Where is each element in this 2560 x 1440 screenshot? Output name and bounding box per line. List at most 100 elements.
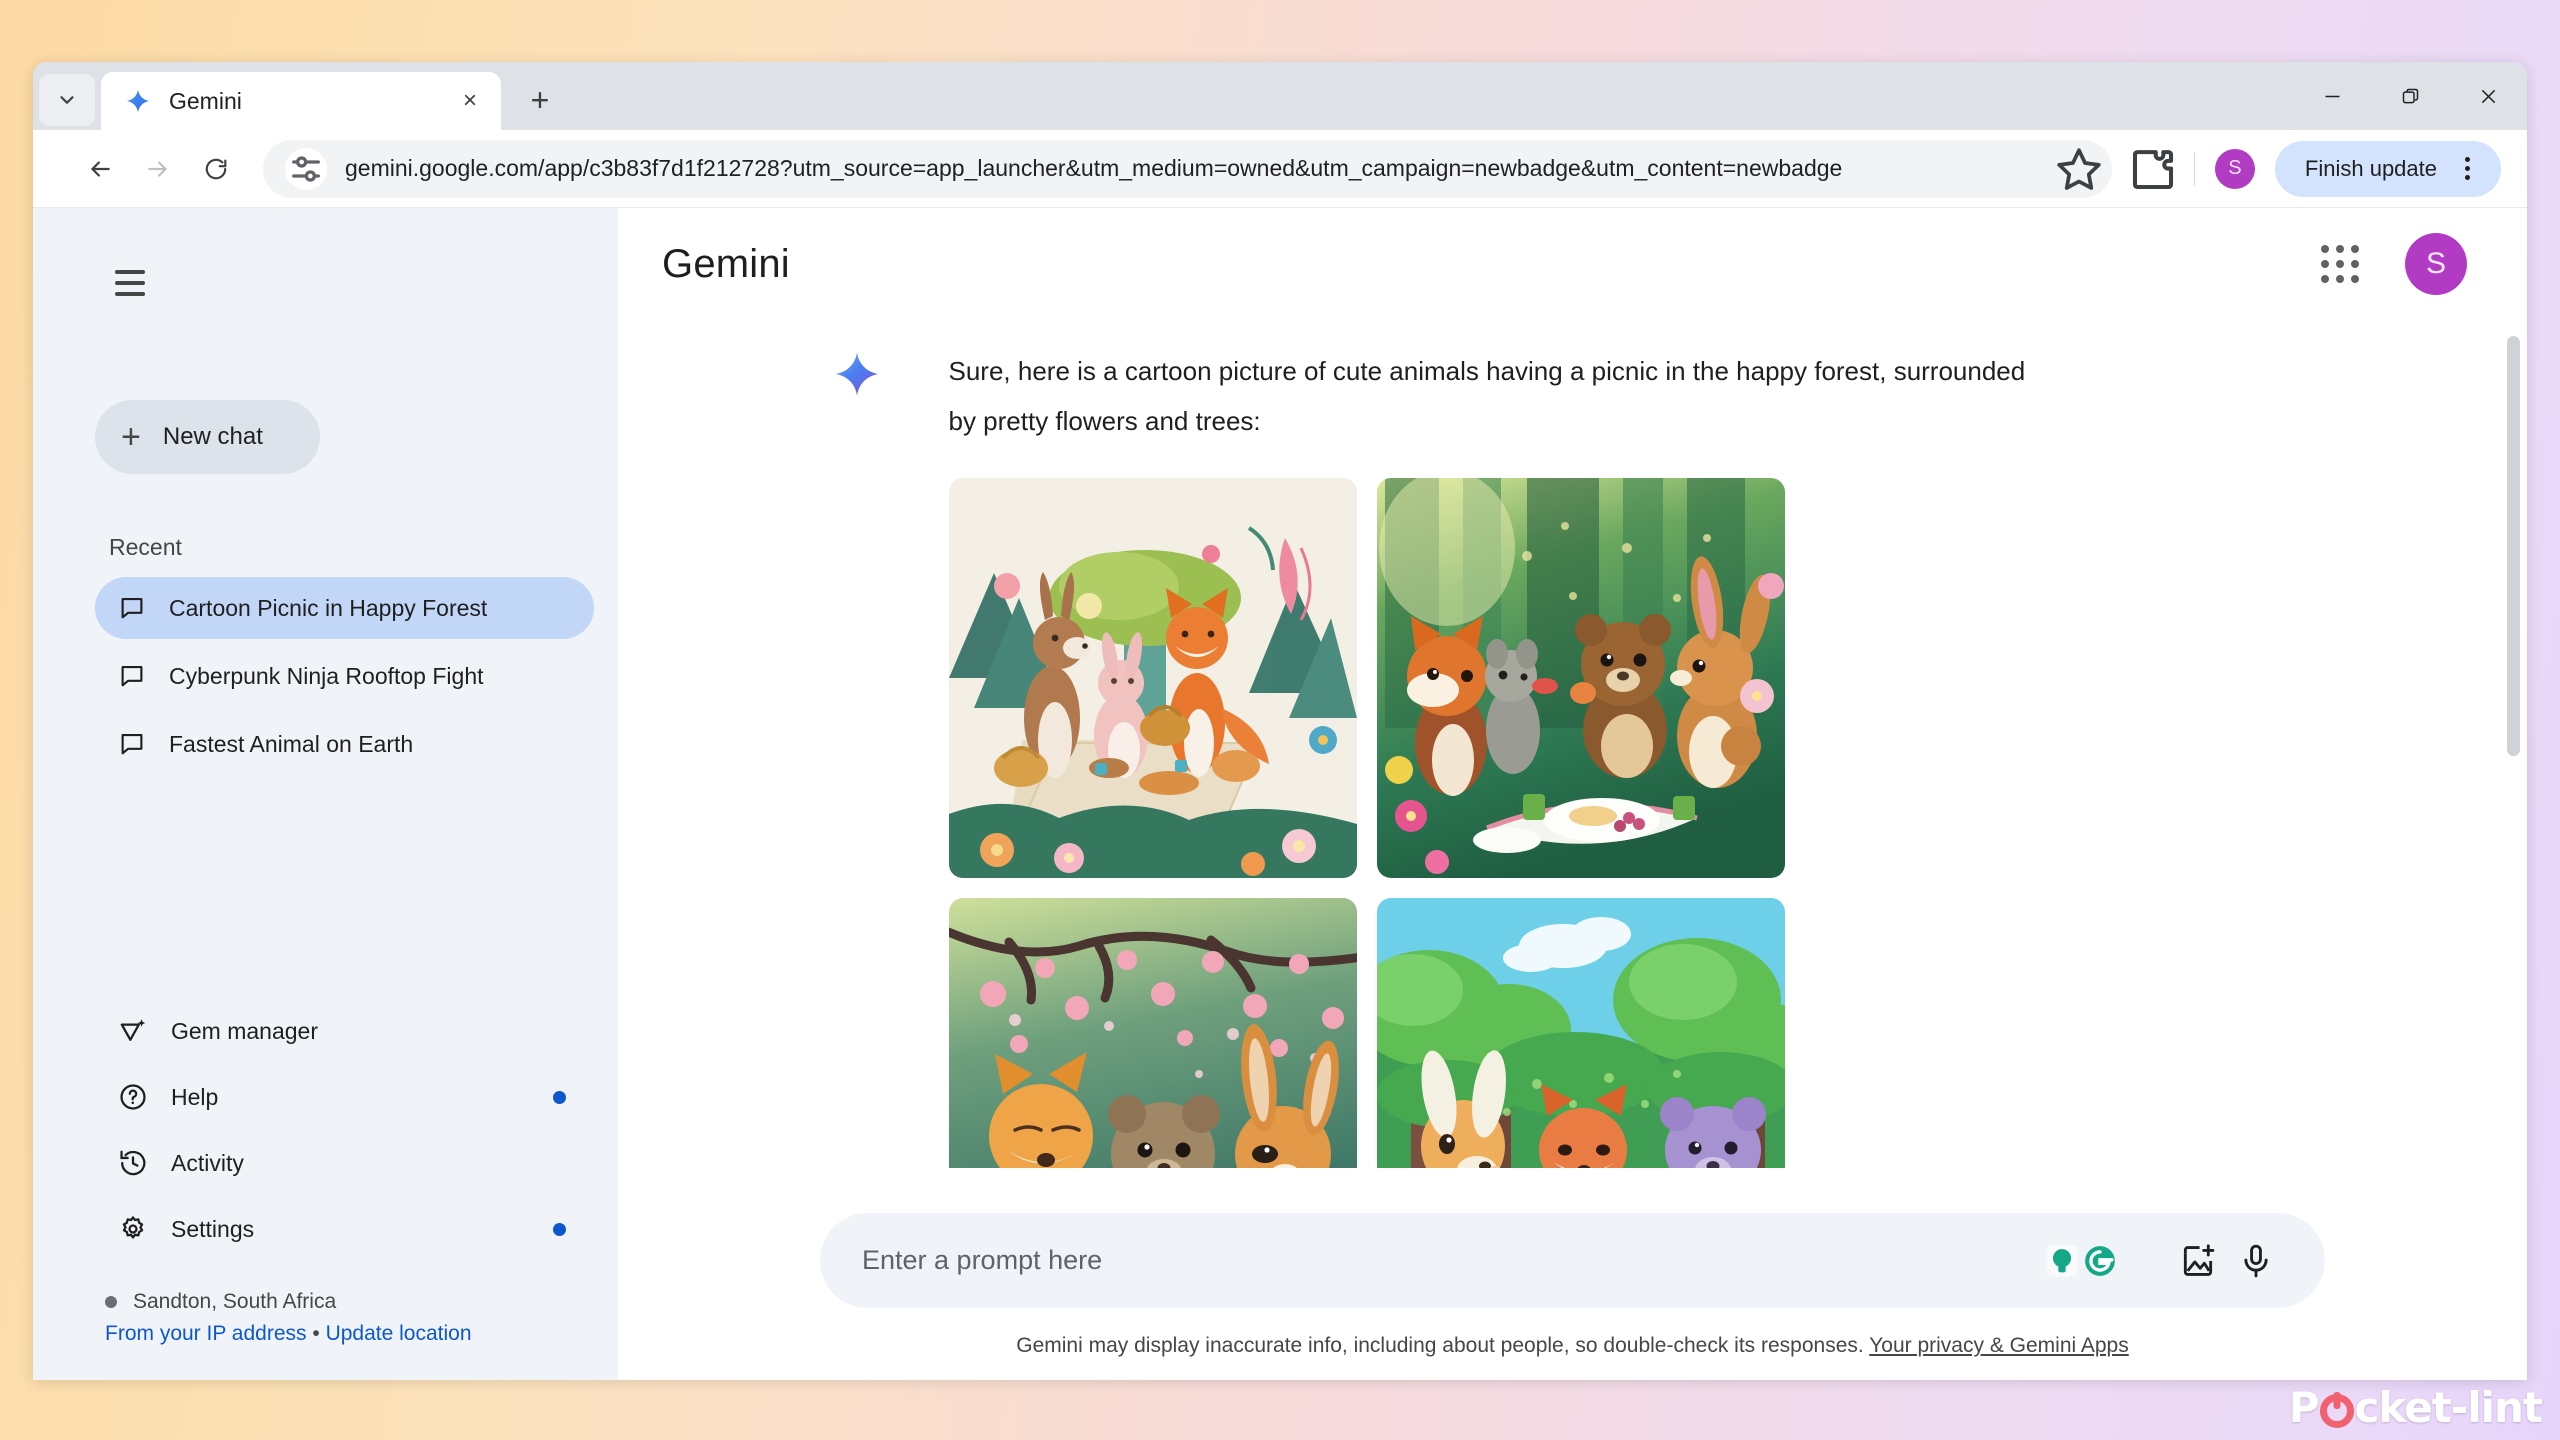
profile-avatar[interactable]: S — [2214, 148, 2255, 189]
microphone-icon — [2244, 1244, 2268, 1277]
prompt-bar[interactable] — [820, 1213, 2325, 1308]
grammarly-suggestion-icon — [2046, 1244, 2078, 1277]
power-icon — [2319, 1393, 2354, 1428]
browser-tab[interactable]: Gemini × — [101, 72, 501, 130]
minimize-button[interactable] — [2293, 68, 2371, 124]
gemini-spark-icon — [834, 352, 879, 396]
new-tab-button[interactable]: + — [515, 75, 565, 125]
app-header: Gemini S — [618, 208, 2527, 320]
location-dot-icon — [105, 1296, 117, 1308]
chat-bubble-icon — [121, 665, 143, 687]
browser-toolbar: gemini.google.com/app/c3b83f7d1f212728?u… — [33, 130, 2527, 208]
update-location-link[interactable]: Update location — [326, 1322, 472, 1345]
sidebar-item-help[interactable]: Help — [95, 1064, 588, 1130]
picnic-illustration-pastel — [948, 478, 1357, 878]
microphone-button[interactable] — [2227, 1232, 2285, 1290]
page-scrollbar[interactable] — [2507, 336, 2520, 756]
tab-close-button[interactable]: × — [453, 84, 487, 118]
location-row: Sandton, South Africa — [105, 1290, 618, 1314]
forward-button[interactable] — [129, 140, 187, 198]
sidebar-chat-label: Cartoon Picnic in Happy Forest — [169, 594, 488, 621]
chrome-menu-button[interactable] — [2443, 145, 2491, 193]
close-window-button[interactable] — [2449, 68, 2527, 124]
reload-button[interactable] — [187, 140, 245, 198]
picnic-illustration-cherry-blossom — [948, 898, 1357, 1168]
page-title: Gemini — [662, 241, 790, 286]
hamburger-menu-icon[interactable] — [91, 244, 169, 322]
window-controls — [2293, 68, 2527, 124]
chevron-down-icon — [60, 96, 74, 104]
help-badge-dot — [553, 1090, 566, 1104]
page-content: + New chat Recent Cartoon Picnic in Happ… — [33, 208, 2527, 1380]
tab-search-button[interactable] — [39, 74, 95, 126]
toolbar-divider — [2193, 151, 2195, 186]
header-actions: S — [2309, 233, 2467, 295]
back-button[interactable] — [71, 140, 129, 198]
site-settings-button[interactable] — [285, 147, 327, 190]
sidebar-item-settings[interactable]: Settings — [95, 1196, 588, 1262]
generated-image-grid — [948, 478, 2313, 1168]
prompt-area: Gemini may display inaccurate info, incl… — [618, 1213, 2527, 1380]
apps-grid-icon[interactable] — [2309, 233, 2371, 295]
response-body: Sure, here is a cartoon picture of cute … — [948, 346, 2313, 1168]
url-text: gemini.google.com/app/c3b83f7d1f212728?u… — [345, 155, 1843, 181]
restore-icon — [2402, 88, 2418, 103]
add-image-button[interactable] — [2169, 1232, 2227, 1290]
watermark-text-before: P — [2288, 1383, 2320, 1432]
watermark-text-after: cket-lint — [2354, 1383, 2543, 1432]
sidebar: + New chat Recent Cartoon Picnic in Happ… — [33, 208, 618, 1380]
sidebar-chat-item-1[interactable]: Cyberpunk Ninja Rooftop Fight — [95, 645, 594, 707]
disclaimer-text: Gemini may display inaccurate info, incl… — [1016, 1334, 1864, 1357]
grammarly-icon[interactable] — [2045, 1244, 2117, 1278]
generated-image-2[interactable] — [1376, 478, 1785, 878]
location-block: Sandton, South Africa From your IP addre… — [105, 1290, 618, 1346]
generated-image-1[interactable] — [948, 478, 1357, 878]
sidebar-bottom-menu: Gem manager Help Activity Settings Sandt… — [33, 998, 618, 1380]
minimize-icon — [2325, 95, 2339, 97]
help-circle-icon — [120, 1084, 146, 1110]
location-separator: • — [312, 1322, 320, 1345]
sidebar-item-activity[interactable]: Activity — [95, 1130, 588, 1196]
sidebar-item-label: Activity — [171, 1149, 244, 1176]
settings-badge-dot — [553, 1222, 566, 1236]
sidebar-item-label: Settings — [171, 1215, 255, 1242]
forward-arrow-icon — [148, 160, 167, 177]
prompt-input[interactable] — [862, 1245, 2045, 1276]
ip-address-link[interactable]: From your IP address — [105, 1322, 307, 1345]
reload-icon — [205, 158, 227, 179]
maximize-button[interactable] — [2371, 68, 2449, 124]
sidebar-chat-label: Cyberpunk Ninja Rooftop Fight — [169, 662, 484, 689]
finish-update-button[interactable]: Finish update — [2274, 140, 2501, 197]
privacy-link[interactable]: Your privacy & Gemini Apps — [1869, 1334, 2129, 1357]
conversation-panel: Sure, here is a cartoon picture of cute … — [618, 320, 2527, 1168]
picnic-illustration-bright-cartoon — [1376, 898, 1785, 1168]
chat-bubble-icon — [121, 597, 143, 619]
location-links: From your IP address • Update location — [105, 1322, 618, 1346]
new-chat-button[interactable]: + New chat — [95, 400, 320, 474]
location-name: Sandton, South Africa — [133, 1290, 337, 1313]
gem-icon — [120, 1019, 146, 1041]
star-icon — [2057, 147, 2101, 190]
tune-icon — [292, 155, 320, 182]
grammarly-logo-icon — [2085, 1245, 2115, 1276]
generated-image-3[interactable] — [948, 898, 1357, 1168]
pocket-lint-watermark: P cket-lint — [2288, 1383, 2543, 1432]
tab-title: Gemini — [169, 87, 242, 114]
bookmark-button[interactable] — [2054, 144, 2104, 194]
browser-window: Gemini × + gemini.google.com/app/c3b83f7… — [33, 62, 2527, 1380]
sidebar-item-label: Gem manager — [171, 1017, 319, 1044]
picnic-illustration-green-forest — [1376, 478, 1785, 878]
main-content: Gemini S Sure, here is a cartoon picture… — [618, 208, 2527, 1380]
sidebar-chat-item-2[interactable]: Fastest Animal on Earth — [95, 713, 594, 775]
sidebar-chat-item-0[interactable]: Cartoon Picnic in Happy Forest — [95, 577, 594, 639]
sidebar-item-gem-manager[interactable]: Gem manager — [95, 998, 588, 1064]
generated-image-4[interactable] — [1376, 898, 1785, 1168]
model-response: Sure, here is a cartoon picture of cute … — [833, 346, 2313, 1168]
tab-strip: Gemini × + — [33, 62, 2527, 130]
address-bar[interactable]: gemini.google.com/app/c3b83f7d1f212728?u… — [263, 139, 2112, 198]
plus-icon: + — [121, 418, 141, 456]
extensions-button[interactable] — [2126, 142, 2180, 196]
history-icon — [120, 1150, 146, 1176]
account-avatar[interactable]: S — [2405, 233, 2467, 295]
add-image-icon — [2183, 1243, 2215, 1276]
